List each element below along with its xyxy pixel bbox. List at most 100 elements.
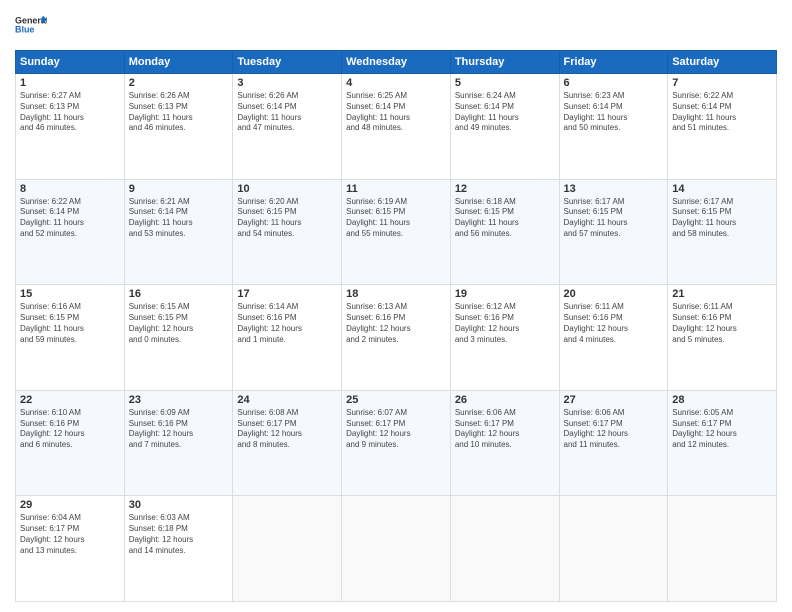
day-number: 8 [20, 183, 120, 195]
day-cell-11: 11 Sunrise: 6:19 AMSunset: 6:15 PMDaylig… [342, 179, 451, 285]
day-info: Sunrise: 6:16 AMSunset: 6:15 PMDaylight:… [20, 302, 120, 345]
day-info: Sunrise: 6:07 AMSunset: 6:17 PMDaylight:… [346, 408, 446, 451]
day-cell-21: 21 Sunrise: 6:11 AMSunset: 6:16 PMDaylig… [668, 285, 777, 391]
svg-text:Blue: Blue [15, 24, 34, 34]
week-row-4: 22 Sunrise: 6:10 AMSunset: 6:16 PMDaylig… [16, 390, 777, 496]
day-cell-28: 28 Sunrise: 6:05 AMSunset: 6:17 PMDaylig… [668, 390, 777, 496]
day-cell-1: 1 Sunrise: 6:27 AMSunset: 6:13 PMDayligh… [16, 74, 125, 180]
logo-bird-icon: General Blue [15, 10, 47, 42]
day-cell-3: 3 Sunrise: 6:26 AMSunset: 6:14 PMDayligh… [233, 74, 342, 180]
day-number: 24 [237, 394, 337, 406]
calendar-page: General Blue Sunday Monday Tuesday Wedne… [0, 0, 792, 612]
day-number: 4 [346, 77, 446, 89]
week-row-1: 1 Sunrise: 6:27 AMSunset: 6:13 PMDayligh… [16, 74, 777, 180]
day-cell-25: 25 Sunrise: 6:07 AMSunset: 6:17 PMDaylig… [342, 390, 451, 496]
day-info: Sunrise: 6:03 AMSunset: 6:18 PMDaylight:… [129, 513, 229, 556]
day-info: Sunrise: 6:04 AMSunset: 6:17 PMDaylight:… [20, 513, 120, 556]
empty-cell [342, 496, 451, 602]
day-info: Sunrise: 6:22 AMSunset: 6:14 PMDaylight:… [20, 197, 120, 240]
day-cell-8: 8 Sunrise: 6:22 AMSunset: 6:14 PMDayligh… [16, 179, 125, 285]
day-info: Sunrise: 6:11 AMSunset: 6:16 PMDaylight:… [564, 302, 664, 345]
day-cell-15: 15 Sunrise: 6:16 AMSunset: 6:15 PMDaylig… [16, 285, 125, 391]
day-info: Sunrise: 6:24 AMSunset: 6:14 PMDaylight:… [455, 91, 555, 134]
day-cell-23: 23 Sunrise: 6:09 AMSunset: 6:16 PMDaylig… [124, 390, 233, 496]
day-number: 11 [346, 183, 446, 195]
day-cell-16: 16 Sunrise: 6:15 AMSunset: 6:15 PMDaylig… [124, 285, 233, 391]
day-number: 16 [129, 288, 229, 300]
col-thursday: Thursday [450, 51, 559, 74]
day-number: 18 [346, 288, 446, 300]
day-number: 12 [455, 183, 555, 195]
empty-cell [559, 496, 668, 602]
day-number: 3 [237, 77, 337, 89]
day-cell-29: 29 Sunrise: 6:04 AMSunset: 6:17 PMDaylig… [16, 496, 125, 602]
col-friday: Friday [559, 51, 668, 74]
day-number: 5 [455, 77, 555, 89]
day-cell-18: 18 Sunrise: 6:13 AMSunset: 6:16 PMDaylig… [342, 285, 451, 391]
day-cell-4: 4 Sunrise: 6:25 AMSunset: 6:14 PMDayligh… [342, 74, 451, 180]
day-number: 6 [564, 77, 664, 89]
day-cell-22: 22 Sunrise: 6:10 AMSunset: 6:16 PMDaylig… [16, 390, 125, 496]
day-info: Sunrise: 6:18 AMSunset: 6:15 PMDaylight:… [455, 197, 555, 240]
day-info: Sunrise: 6:22 AMSunset: 6:14 PMDaylight:… [672, 91, 772, 134]
day-info: Sunrise: 6:25 AMSunset: 6:14 PMDaylight:… [346, 91, 446, 134]
day-cell-5: 5 Sunrise: 6:24 AMSunset: 6:14 PMDayligh… [450, 74, 559, 180]
day-cell-7: 7 Sunrise: 6:22 AMSunset: 6:14 PMDayligh… [668, 74, 777, 180]
day-cell-26: 26 Sunrise: 6:06 AMSunset: 6:17 PMDaylig… [450, 390, 559, 496]
header: General Blue [15, 10, 777, 42]
day-cell-24: 24 Sunrise: 6:08 AMSunset: 6:17 PMDaylig… [233, 390, 342, 496]
day-info: Sunrise: 6:12 AMSunset: 6:16 PMDaylight:… [455, 302, 555, 345]
day-cell-19: 19 Sunrise: 6:12 AMSunset: 6:16 PMDaylig… [450, 285, 559, 391]
day-number: 14 [672, 183, 772, 195]
day-cell-6: 6 Sunrise: 6:23 AMSunset: 6:14 PMDayligh… [559, 74, 668, 180]
day-info: Sunrise: 6:26 AMSunset: 6:13 PMDaylight:… [129, 91, 229, 134]
day-number: 29 [20, 499, 120, 511]
day-cell-10: 10 Sunrise: 6:20 AMSunset: 6:15 PMDaylig… [233, 179, 342, 285]
logo: General Blue [15, 10, 47, 42]
day-number: 28 [672, 394, 772, 406]
day-info: Sunrise: 6:11 AMSunset: 6:16 PMDaylight:… [672, 302, 772, 345]
day-number: 15 [20, 288, 120, 300]
col-sunday: Sunday [16, 51, 125, 74]
day-info: Sunrise: 6:10 AMSunset: 6:16 PMDaylight:… [20, 408, 120, 451]
day-number: 20 [564, 288, 664, 300]
calendar-header-row: Sunday Monday Tuesday Wednesday Thursday… [16, 51, 777, 74]
col-wednesday: Wednesday [342, 51, 451, 74]
day-info: Sunrise: 6:06 AMSunset: 6:17 PMDaylight:… [564, 408, 664, 451]
day-number: 27 [564, 394, 664, 406]
day-info: Sunrise: 6:19 AMSunset: 6:15 PMDaylight:… [346, 197, 446, 240]
day-info: Sunrise: 6:05 AMSunset: 6:17 PMDaylight:… [672, 408, 772, 451]
day-info: Sunrise: 6:20 AMSunset: 6:15 PMDaylight:… [237, 197, 337, 240]
day-number: 23 [129, 394, 229, 406]
col-saturday: Saturday [668, 51, 777, 74]
day-number: 10 [237, 183, 337, 195]
week-row-3: 15 Sunrise: 6:16 AMSunset: 6:15 PMDaylig… [16, 285, 777, 391]
day-cell-9: 9 Sunrise: 6:21 AMSunset: 6:14 PMDayligh… [124, 179, 233, 285]
col-tuesday: Tuesday [233, 51, 342, 74]
day-number: 9 [129, 183, 229, 195]
day-info: Sunrise: 6:08 AMSunset: 6:17 PMDaylight:… [237, 408, 337, 451]
day-number: 2 [129, 77, 229, 89]
day-info: Sunrise: 6:17 AMSunset: 6:15 PMDaylight:… [564, 197, 664, 240]
calendar-table: Sunday Monday Tuesday Wednesday Thursday… [15, 50, 777, 602]
day-number: 26 [455, 394, 555, 406]
empty-cell [233, 496, 342, 602]
day-number: 19 [455, 288, 555, 300]
empty-cell [668, 496, 777, 602]
day-cell-17: 17 Sunrise: 6:14 AMSunset: 6:16 PMDaylig… [233, 285, 342, 391]
col-monday: Monday [124, 51, 233, 74]
day-number: 30 [129, 499, 229, 511]
day-info: Sunrise: 6:14 AMSunset: 6:16 PMDaylight:… [237, 302, 337, 345]
day-number: 13 [564, 183, 664, 195]
day-info: Sunrise: 6:17 AMSunset: 6:15 PMDaylight:… [672, 197, 772, 240]
day-cell-2: 2 Sunrise: 6:26 AMSunset: 6:13 PMDayligh… [124, 74, 233, 180]
day-number: 17 [237, 288, 337, 300]
day-info: Sunrise: 6:26 AMSunset: 6:14 PMDaylight:… [237, 91, 337, 134]
day-number: 25 [346, 394, 446, 406]
week-row-5: 29 Sunrise: 6:04 AMSunset: 6:17 PMDaylig… [16, 496, 777, 602]
day-info: Sunrise: 6:13 AMSunset: 6:16 PMDaylight:… [346, 302, 446, 345]
day-number: 21 [672, 288, 772, 300]
day-info: Sunrise: 6:27 AMSunset: 6:13 PMDaylight:… [20, 91, 120, 134]
day-info: Sunrise: 6:23 AMSunset: 6:14 PMDaylight:… [564, 91, 664, 134]
day-info: Sunrise: 6:06 AMSunset: 6:17 PMDaylight:… [455, 408, 555, 451]
